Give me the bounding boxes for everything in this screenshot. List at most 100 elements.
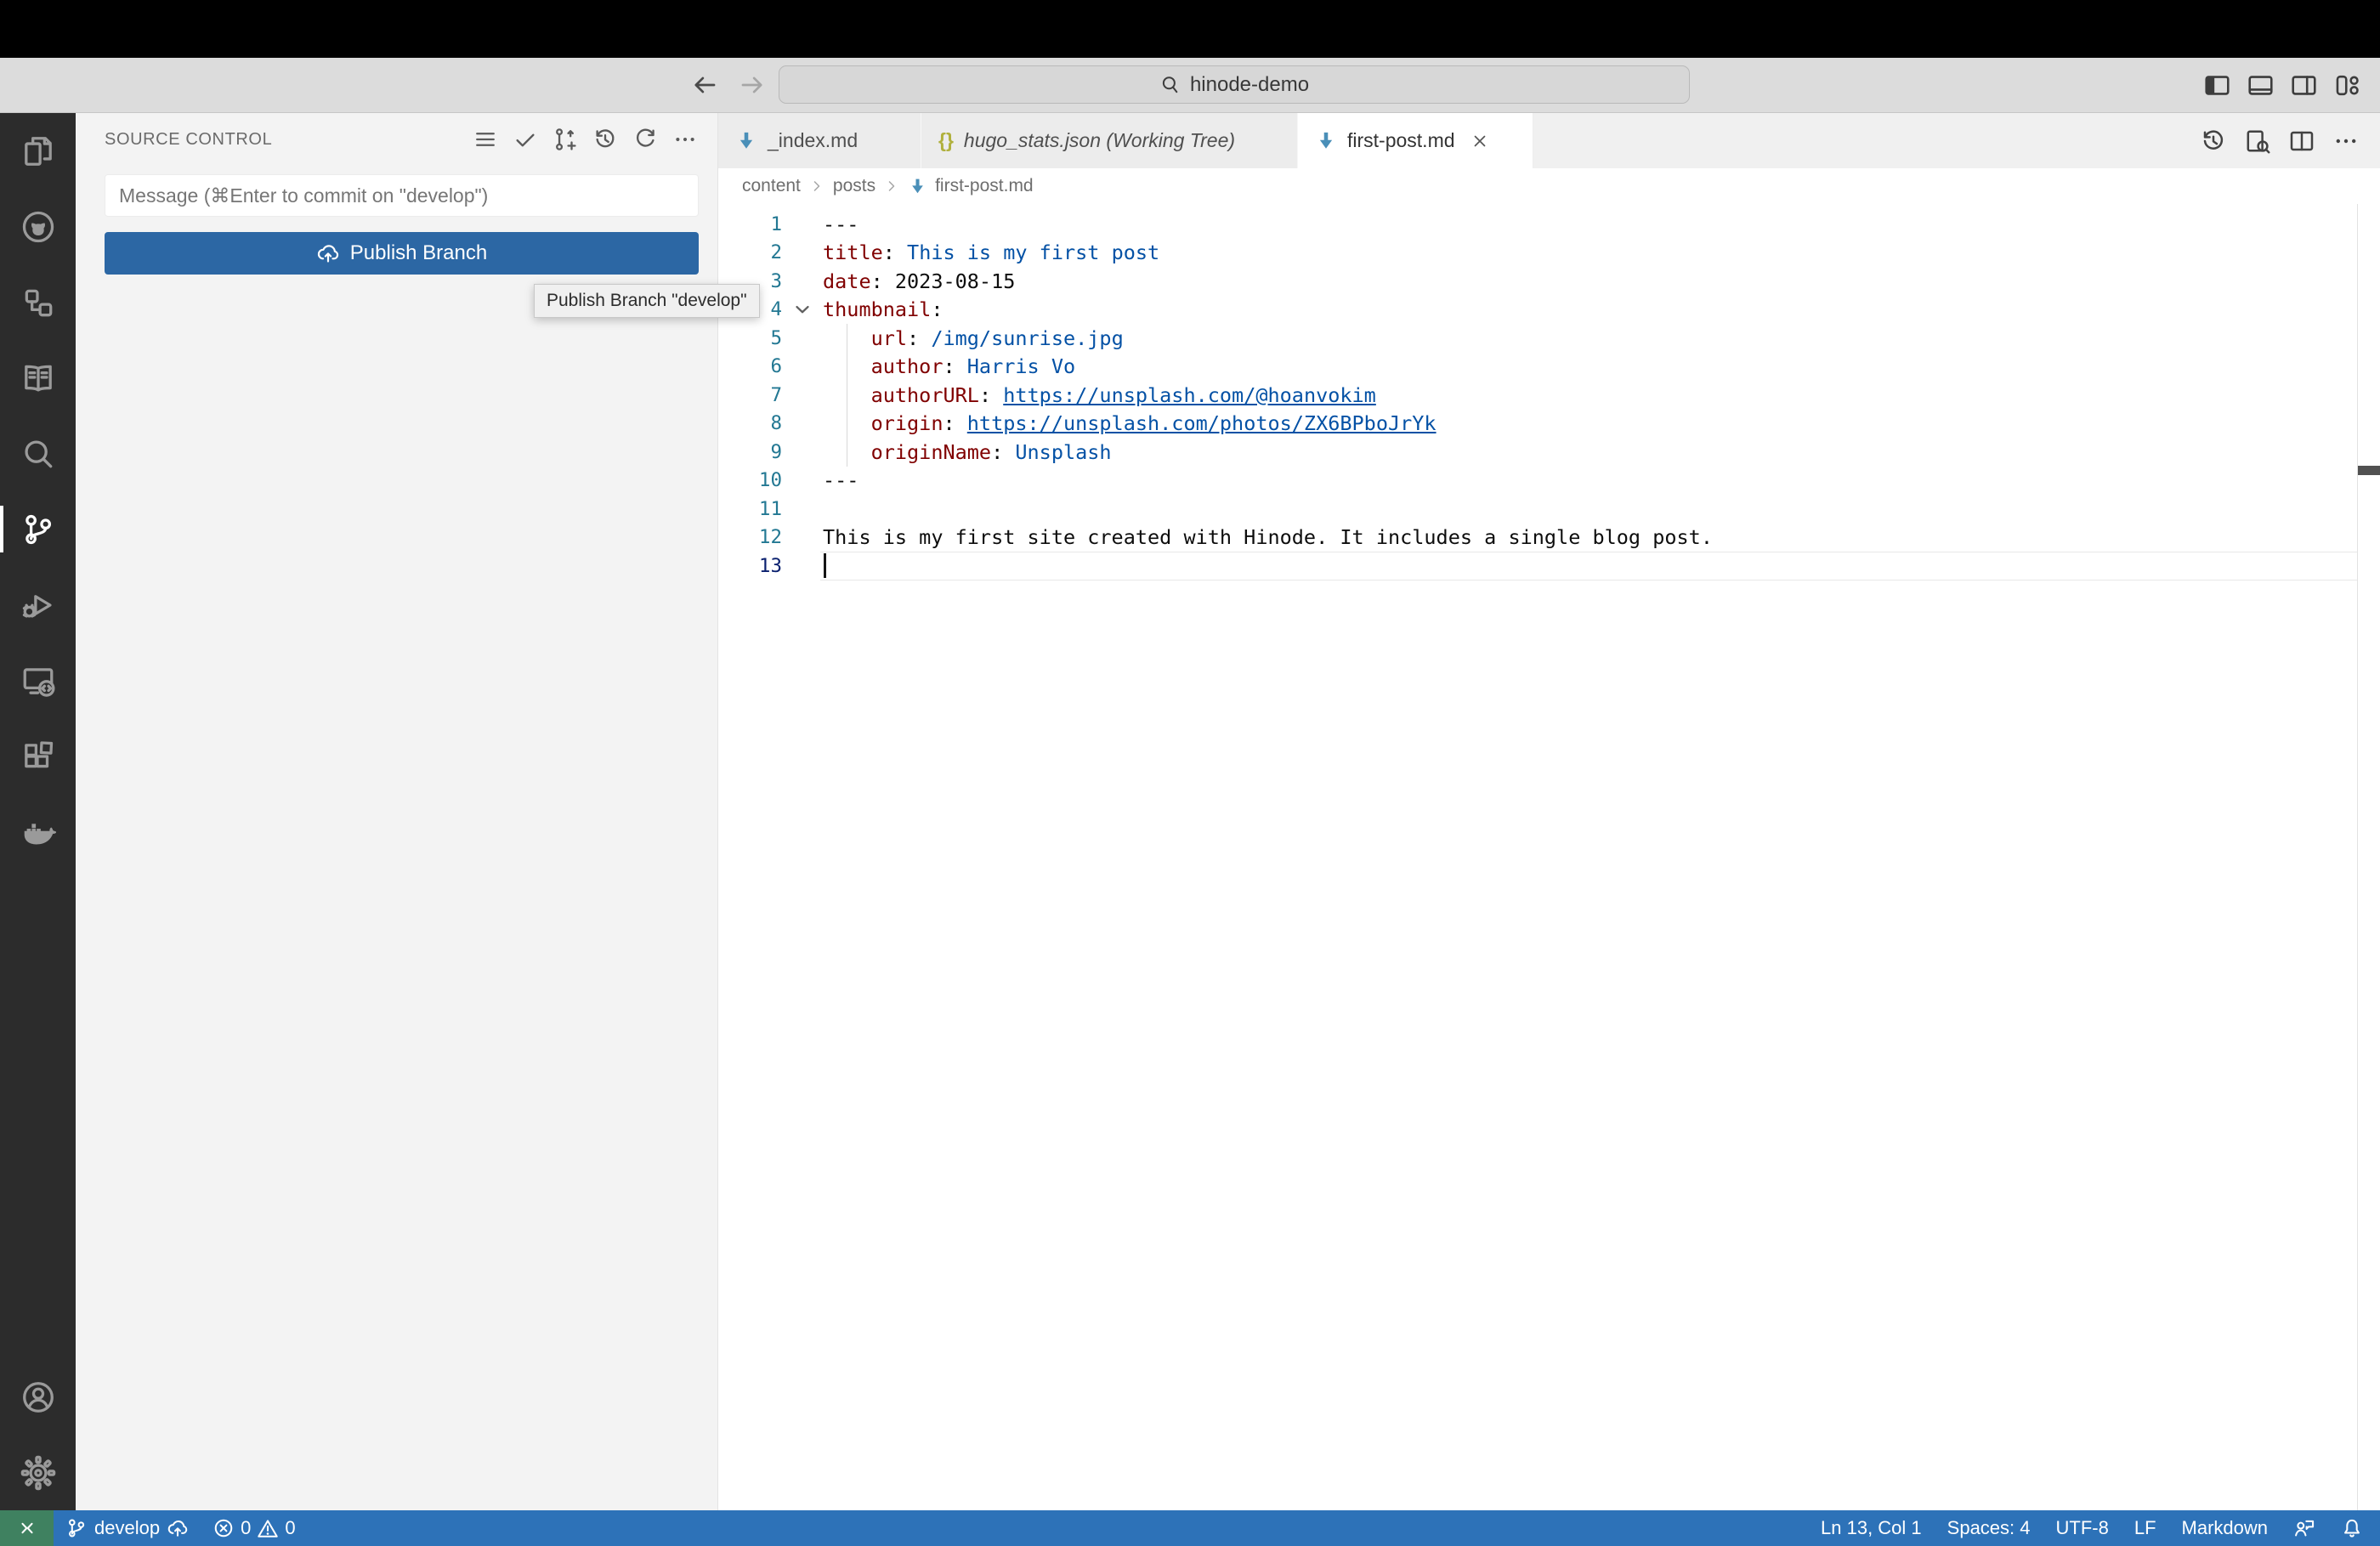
code-line[interactable]: 3 date: 2023-08-15 [718,267,2380,296]
code-text: author: Harris Vo [870,354,1076,379]
line-number: 9 [770,440,782,463]
more-actions-icon[interactable] [672,127,698,152]
feedback-icon[interactable] [2293,1517,2315,1539]
code-line[interactable]: 2 title: This is my first post [718,239,2380,268]
code-line[interactable]: 1 --- [718,210,2380,239]
markdown-file-icon [1319,132,1333,149]
project-hierarchy-icon[interactable] [0,264,76,340]
breadcrumb-item[interactable]: content [742,176,801,196]
line-number: 10 [758,469,782,492]
tab-first-post-md[interactable]: first-post.md [1298,113,1533,168]
source-control-icon[interactable] [0,491,76,567]
line-number: 6 [770,355,782,378]
commit-check-icon[interactable] [513,127,538,152]
line-number: 1 [770,212,782,235]
text-cursor [824,553,826,578]
line-number: 13 [758,554,782,577]
source-control-header: SOURCE CONTROL [76,113,717,166]
workspace-name: hinode-demo [1189,72,1310,96]
toggle-primary-sidebar-icon[interactable] [2203,71,2231,99]
branch-status-item[interactable]: develop [65,1517,189,1539]
code-line[interactable]: 12 This is my first site created with Hin… [718,524,2380,552]
more-actions-icon[interactable] [2332,127,2360,155]
code-line[interactable]: 8 origin: https://unsplash.com/photos/ZX… [718,409,2380,438]
code-text: url: /img/sunrise.jpg [870,326,1124,350]
settings-gear-icon[interactable] [0,1435,76,1510]
encoding-indicator[interactable]: UTF-8 [2056,1517,2109,1539]
run-and-debug-icon[interactable] [0,567,76,643]
line-number: 8 [770,412,782,435]
branch-create-icon[interactable] [552,127,578,152]
tab-hugo-stats-json[interactable]: {} hugo_stats.json (Working Tree) [921,113,1298,168]
code-line[interactable]: 11 [718,495,2380,524]
close-tab-icon[interactable] [1470,132,1489,150]
title-bar: hinode-demo [0,58,2380,113]
line-number: 2 [770,241,782,264]
eol-indicator[interactable]: LF [2134,1517,2156,1539]
open-preview-icon[interactable] [2244,127,2271,155]
remote-indicator[interactable] [0,1510,54,1546]
editor-group: _index.md {} hugo_stats.json (Working Tr… [718,113,2380,1510]
chevron-right-icon [883,178,900,195]
search-icon[interactable] [0,416,76,491]
account-icon[interactable] [0,1359,76,1435]
publish-branch-button[interactable]: Publish Branch [105,232,699,275]
customize-layout-icon[interactable] [2333,71,2361,99]
history-icon[interactable] [592,127,618,152]
code-line[interactable]: 4 thumbnail: [718,296,2380,325]
indentation-indicator[interactable]: Spaces: 4 [1947,1517,2031,1539]
code-line[interactable]: 6 author: Harris Vo [718,352,2380,381]
overview-ruler [2356,204,2358,1510]
json-file-icon: {} [938,129,954,151]
code-editor[interactable]: 1 --- 2 title: This is my first post 3 date: … [718,204,2380,1510]
breadcrumb: content posts first-post.md [718,168,2380,204]
tab-label: first-post.md [1347,129,1455,151]
line-number: 12 [758,526,782,549]
overview-ruler-cursor-mark [2358,466,2380,475]
commit-message-input[interactable] [105,174,699,217]
status-bar: develop 0 0 Ln 13, Col 1 Spaces: 4 UTF-8… [0,1510,2380,1546]
tab-label: hugo_stats.json (Working Tree) [963,129,1236,151]
cloud-upload-icon [316,241,340,265]
fold-chevron-down-icon[interactable] [782,298,823,320]
code-text: thumbnail: [823,297,944,322]
nav-back-icon[interactable] [690,71,719,99]
line-col-indicator[interactable]: Ln 13, Col 1 [1821,1517,1922,1539]
remote-explorer-icon[interactable] [0,643,76,718]
timeline-history-icon[interactable] [2200,127,2227,155]
code-line[interactable]: 5 url: /img/sunrise.jpg [718,324,2380,353]
command-center-search[interactable]: hinode-demo [779,65,1690,104]
extensions-icon[interactable] [0,718,76,794]
docker-icon[interactable] [0,794,76,869]
code-line[interactable]: 9 originName: Unsplash [718,438,2380,467]
tab-index-md[interactable]: _index.md [718,113,921,168]
notifications-bell-icon[interactable] [2341,1517,2363,1539]
markdown-file-icon [912,178,923,193]
code-line[interactable]: 10 --- [718,467,2380,496]
toggle-secondary-sidebar-icon[interactable] [2290,71,2318,99]
git-branch-icon [65,1517,88,1539]
code-text: --- [823,468,859,493]
code-line[interactable]: 7 authorURL: https://unsplash.com/@hoanv… [718,381,2380,410]
activity-bar [0,113,76,1510]
line-number: 7 [770,383,782,406]
language-mode-indicator[interactable]: Markdown [2182,1517,2268,1539]
error-icon [212,1517,235,1539]
top-black-strip [0,0,2380,58]
toggle-panel-icon[interactable] [2247,71,2275,99]
code-line[interactable]: 13 [718,552,2380,580]
error-count: 0 [241,1517,252,1538]
breadcrumb-item[interactable]: first-post.md [935,176,1034,196]
sidebar-title: SOURCE CONTROL [105,129,273,149]
explorer-icon[interactable] [0,113,76,189]
vscode-window: hinode-demo SOURCE CONTROL Message (⌘Ent… [0,0,2380,1546]
breadcrumb-item[interactable]: posts [833,176,876,196]
problems-status-item[interactable]: 0 0 [212,1517,296,1539]
nav-forward-icon[interactable] [738,71,767,99]
split-editor-icon[interactable] [2288,127,2315,155]
docs-book-icon[interactable] [0,340,76,416]
search-icon [1159,74,1182,96]
refresh-icon[interactable] [632,127,658,152]
view-as-list-icon[interactable] [473,127,498,152]
github-icon[interactable] [0,189,76,264]
